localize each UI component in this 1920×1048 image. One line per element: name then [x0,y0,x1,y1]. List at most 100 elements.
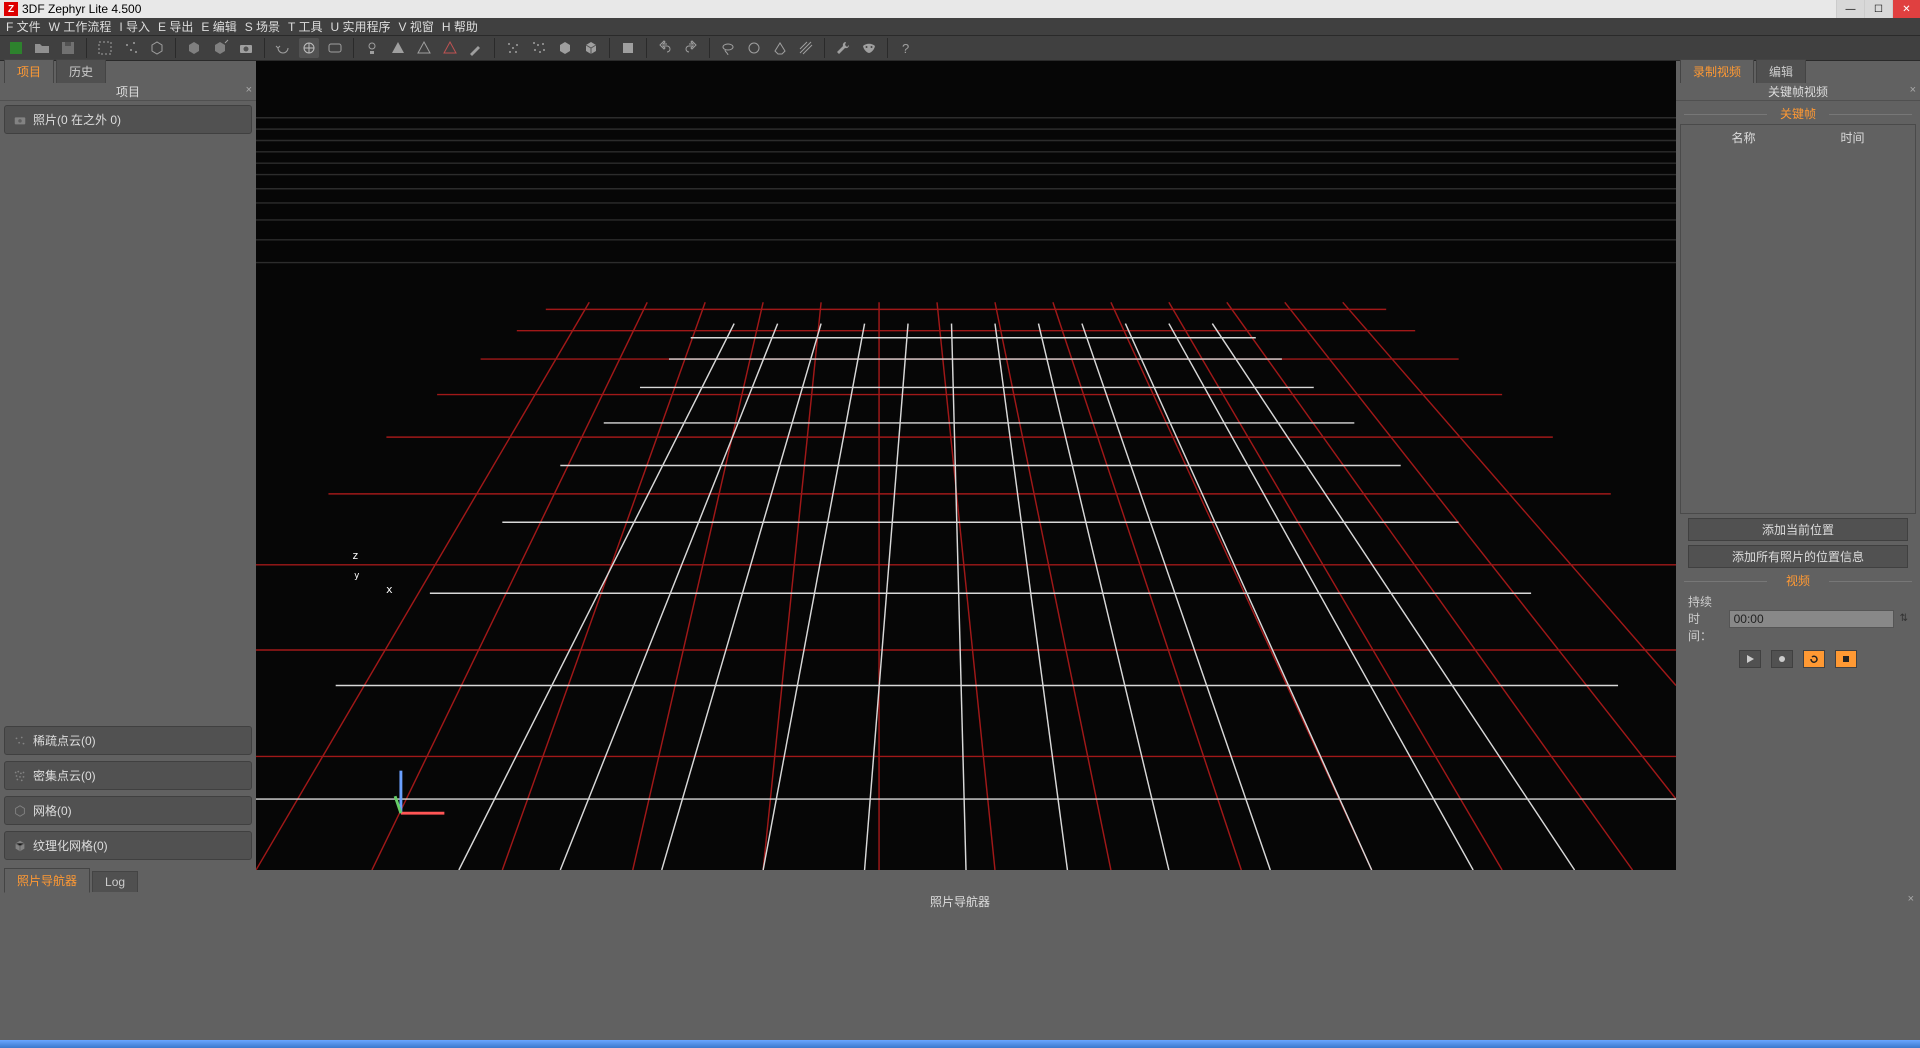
cube-out-icon[interactable] [210,38,230,58]
bottom-panel-close-icon[interactable]: × [1908,893,1914,905]
os-taskbar [0,1040,1920,1048]
right-panel-title: 关键帧视频 [1768,83,1828,100]
light-icon[interactable] [362,38,382,58]
stripe-icon[interactable] [796,38,816,58]
col-time: 时间 [1798,129,1907,146]
points-a-icon[interactable] [503,38,523,58]
axis-x-label: x [386,583,393,596]
play-button[interactable] [1739,650,1761,668]
viewport-3d[interactable]: z x y [256,61,1676,870]
duration-label: 持续时间： [1688,593,1723,644]
left-panel-title: 项目 [116,83,140,100]
menu-help[interactable]: H 帮助 [442,18,478,35]
bottom-panel: 照片导航器 Log 照片导航器 × [0,870,1920,1040]
mask-icon[interactable] [859,38,879,58]
loop-button[interactable] [1803,650,1825,668]
tab-record-video[interactable]: 录制视频 [1680,59,1754,84]
brush-icon[interactable] [466,38,486,58]
open-project-icon[interactable] [32,38,52,58]
menu-import[interactable]: I 导入 [119,18,150,35]
left-panel-close-icon[interactable]: × [246,84,252,96]
project-mesh-row[interactable]: 网格(0) [4,796,252,825]
tri-red-icon[interactable] [440,38,460,58]
project-sparse-row[interactable]: 稀疏点云(0) [4,726,252,755]
menu-export[interactable]: E 导出 [158,18,193,35]
toolbar: ? [0,35,1920,61]
menu-tools[interactable]: T 工具 [288,18,322,35]
tri-solid-icon[interactable] [388,38,408,58]
window-title: 3DF Zephyr Lite 4.500 [22,2,141,16]
sparse-small-icon [13,734,27,748]
wrench-icon[interactable] [833,38,853,58]
project-dense-row[interactable]: 密集点云(0) [4,761,252,790]
project-photos-label: 照片(0 在之外 0) [33,111,121,128]
keyframe-table-header: 名称 时间 [1681,125,1915,150]
menu-file[interactable]: F 文件 [6,18,41,35]
poly-sel-icon[interactable] [770,38,790,58]
help-icon[interactable]: ? [896,38,916,58]
redo-icon[interactable] [681,38,701,58]
right-panel: 录制视频 编辑 关键帧视频 × 关键帧 名称 时间 添加当前位置 添加所有照片的… [1676,61,1920,870]
group-keyframe-title: 关键帧 [1680,105,1916,122]
mesh-small-icon [13,804,27,818]
right-panel-close-icon[interactable]: × [1910,84,1916,96]
bottom-panel-title: 照片导航器 [930,893,990,910]
circle-sel-icon[interactable] [744,38,764,58]
textured-small-icon [13,839,27,853]
menu-view[interactable]: V 视窗 [399,18,434,35]
camera-icon[interactable] [236,38,256,58]
add-all-photos-pos-button[interactable]: 添加所有照片的位置信息 [1688,545,1908,568]
square-icon[interactable] [618,38,638,58]
viewport-grid-icon [256,61,1676,870]
new-project-icon[interactable] [6,38,26,58]
project-mesh-label: 网格(0) [33,802,72,819]
bottom-panel-header: 照片导航器 × [0,892,1920,910]
tex-cube-icon[interactable] [581,38,601,58]
undo-icon[interactable] [655,38,675,58]
duration-input[interactable] [1729,610,1894,628]
cube-wire-icon[interactable] [147,38,167,58]
menu-workflow[interactable]: W 工作流程 [49,18,112,35]
tab-edit-video[interactable]: 编辑 [1756,59,1806,83]
axis-z-label: z [352,549,359,562]
tab-photo-navigator[interactable]: 照片导航器 [4,868,90,893]
duration-stepper-icon[interactable]: ⇅ [1900,613,1908,624]
left-panel: 项目 历史 项目 × 照片(0 在之外 0) 稀疏点云(0) [0,61,256,870]
project-textured-row[interactable]: 纹理化网格(0) [4,831,252,860]
cube-add-icon[interactable] [184,38,204,58]
fit-icon[interactable] [325,38,345,58]
app-logo-icon: Z [4,2,18,16]
close-button[interactable]: ✕ [1892,0,1920,18]
project-dense-label: 密集点云(0) [33,767,96,784]
project-sparse-label: 稀疏点云(0) [33,732,96,749]
tab-log[interactable]: Log [92,871,138,892]
menu-edit[interactable]: E 编辑 [201,18,236,35]
maximize-button[interactable]: ☐ [1864,0,1892,18]
tab-project[interactable]: 项目 [4,59,54,84]
col-name: 名称 [1689,129,1798,146]
points-b-icon[interactable] [529,38,549,58]
lasso-icon[interactable] [718,38,738,58]
group-video-title: 视频 [1680,572,1916,589]
solid-cube-icon[interactable] [555,38,575,58]
stop-button[interactable] [1835,650,1857,668]
menu-utilities[interactable]: U 实用程序 [331,18,391,35]
project-textured-label: 纹理化网格(0) [33,837,108,854]
minimize-button[interactable]: — [1836,0,1864,18]
svg-text:?: ? [902,41,909,56]
dense-small-icon [13,769,27,783]
window-titlebar: Z 3DF Zephyr Lite 4.500 — ☐ ✕ [0,0,1920,18]
menu-scene[interactable]: S 场景 [245,18,280,35]
orbit-icon[interactable] [273,38,293,58]
tab-history[interactable]: 历史 [56,59,106,83]
tri-wire-icon[interactable] [414,38,434,58]
record-button[interactable] [1771,650,1793,668]
save-project-icon[interactable] [58,38,78,58]
right-panel-header: 关键帧视频 × [1676,83,1920,101]
add-current-pos-button[interactable]: 添加当前位置 [1688,518,1908,541]
menu-bar: F 文件 W 工作流程 I 导入 E 导出 E 编辑 S 场景 T 工具 U 实… [0,18,1920,35]
bbox-icon[interactable] [95,38,115,58]
pan-icon[interactable] [299,38,319,58]
sparse-icon[interactable] [121,38,141,58]
project-photos-row[interactable]: 照片(0 在之外 0) [4,105,252,134]
